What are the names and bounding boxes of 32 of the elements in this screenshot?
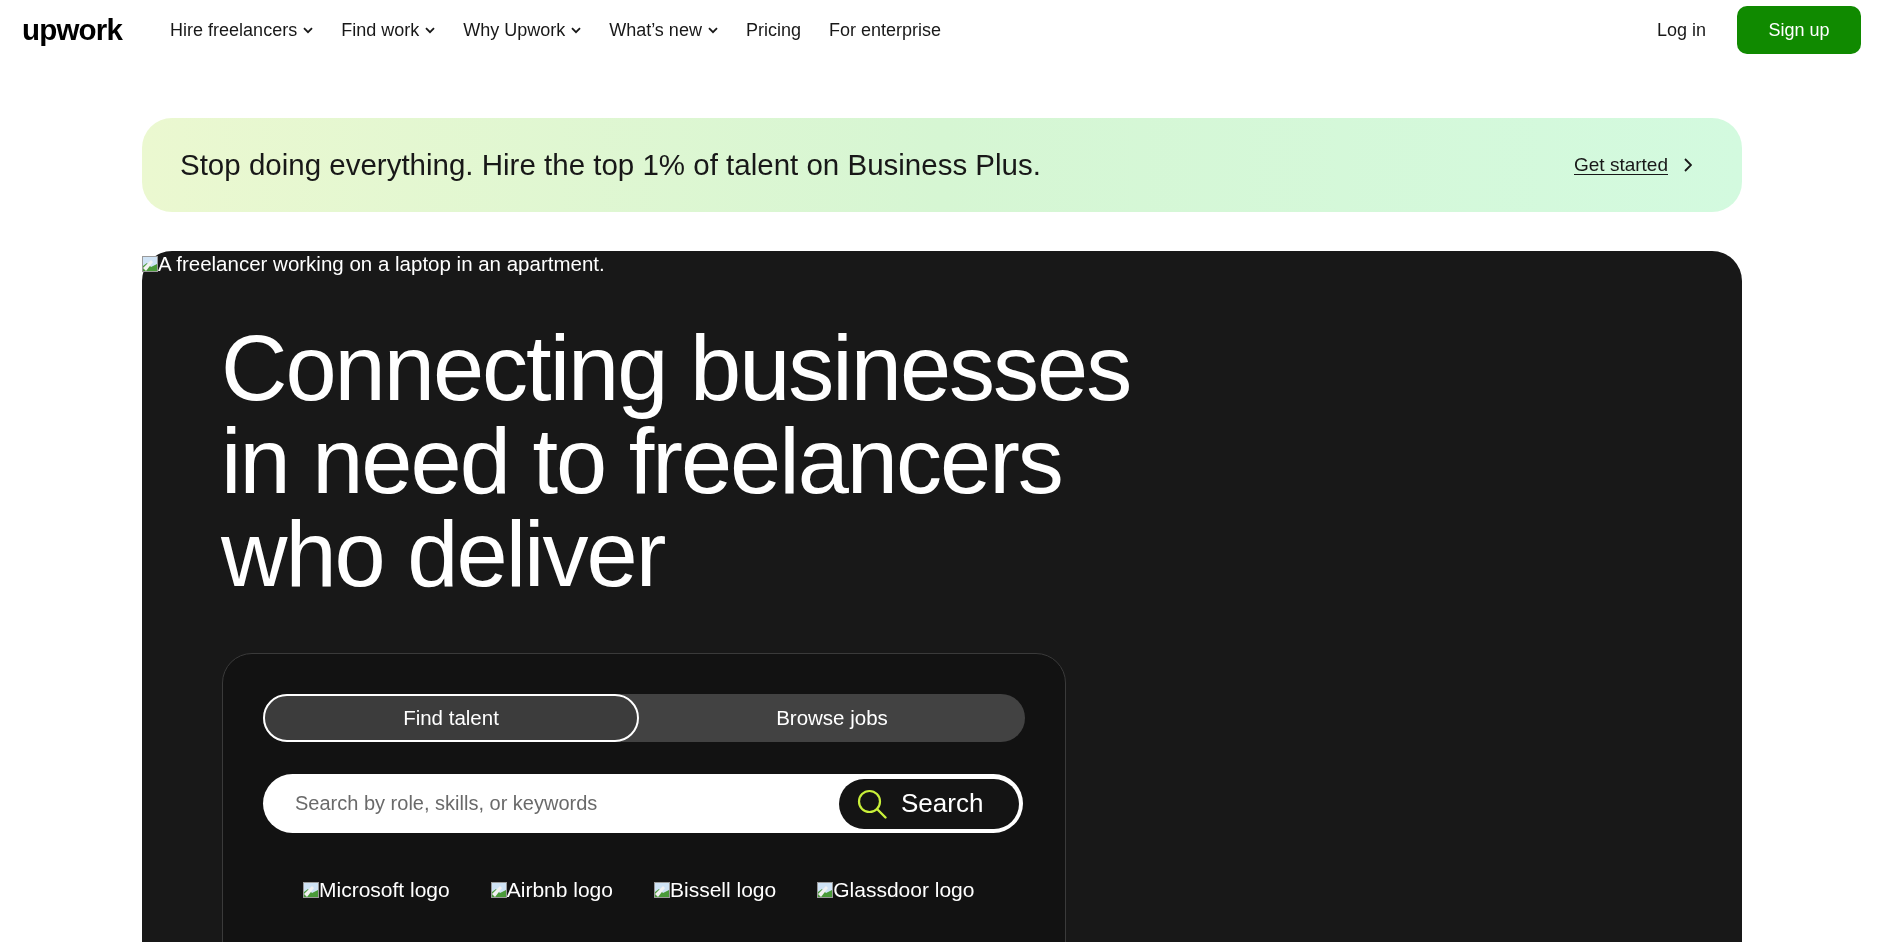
tab[interactable]: Browse jobs <box>639 694 1025 742</box>
broken-image-icon <box>817 882 834 898</box>
banner-text: Stop doing everything. Hire the top 1% of talent on Business Plus. <box>180 148 1041 182</box>
hero-heading: Connecting businesses in need to freelancers who deliver <box>221 322 1132 601</box>
image-alt-text: A freelancer working on a laptop in an apartment. <box>158 252 605 276</box>
nav-link[interactable]: For enterprise <box>828 21 941 39</box>
search-button[interactable]: Search <box>839 778 1019 829</box>
search-icon <box>857 788 887 819</box>
broken-image-icon <box>142 256 158 272</box>
broken-image-icon <box>303 882 319 898</box>
login-link[interactable]: Log in <box>1656 19 1706 41</box>
nav-link[interactable]: Find work <box>341 21 436 39</box>
chevron-right-icon <box>1684 158 1692 172</box>
search-field[interactable]: Search by role, skills, or keywords Search <box>263 774 1023 833</box>
chevron-down-icon <box>425 26 436 34</box>
nav-link[interactable]: Why Upwork <box>463 21 582 39</box>
logo-alt-text: Airbnb logo <box>506 877 613 903</box>
tab[interactable]: Find talent <box>263 694 639 742</box>
chevron-down-icon <box>571 26 582 34</box>
broken-image-icon <box>653 882 670 898</box>
chevron-down-icon <box>707 26 718 34</box>
get-started-link[interactable]: Get started <box>1574 154 1692 176</box>
nav-link[interactable]: Pricing <box>745 21 801 39</box>
logo-alt-text: Microsoft logo <box>319 877 450 903</box>
signup-button[interactable]: Sign up <box>1737 6 1861 54</box>
nav-link[interactable]: What’s new <box>609 21 718 39</box>
broken-image-icon <box>490 882 507 898</box>
logo[interactable]: upwork <box>22 15 123 45</box>
nav-link[interactable]: Hire freelancers <box>170 21 314 39</box>
chevron-down-icon <box>303 26 314 34</box>
logo-alt-text: Glassdoor logo <box>833 877 975 903</box>
logo-alt-text: Bissell logo <box>669 877 777 903</box>
